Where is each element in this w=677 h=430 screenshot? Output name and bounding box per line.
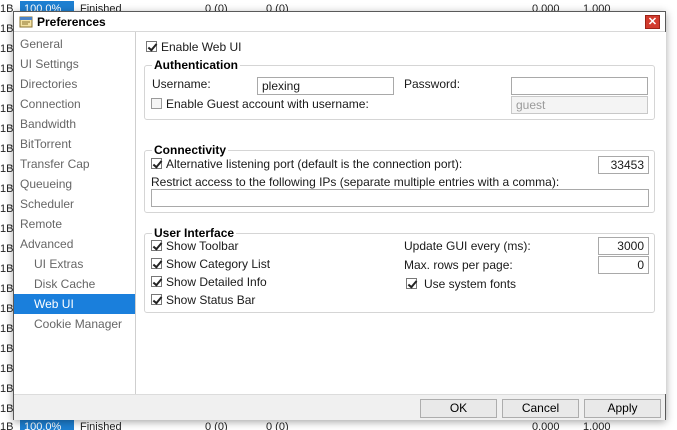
ratio-cell: 0.000 <box>532 421 560 430</box>
preferences-sidebar: General UI Settings Directories Connecti… <box>14 32 136 394</box>
preferences-dialog: Preferences ✕ General UI Settings Direct… <box>13 11 666 420</box>
status-cell: Finished <box>80 421 122 430</box>
size-cell: 1B <box>0 303 14 315</box>
enable-web-ui-label: Enable Web UI <box>161 40 242 54</box>
dialog-footer: OK Cancel Apply <box>14 394 665 420</box>
sidebar-item-connection[interactable]: Connection <box>14 94 135 114</box>
size-cell: 1B <box>0 421 14 430</box>
update-gui-input[interactable]: 3000 <box>598 237 649 255</box>
max-rows-label: Max. rows per page: <box>404 258 513 272</box>
update-gui-label: Update GUI every (ms): <box>404 239 531 253</box>
connectivity-title: Connectivity <box>152 143 229 157</box>
size-cell: 1B <box>0 403 14 415</box>
title-bar[interactable]: Preferences ✕ <box>14 12 665 32</box>
guest-account-label: Enable Guest account with username: <box>166 97 369 111</box>
sidebar-item-advanced[interactable]: Advanced <box>14 234 135 254</box>
sidebar-item-ui-settings[interactable]: UI Settings <box>14 54 135 74</box>
sidebar-item-transfer-cap[interactable]: Transfer Cap <box>14 154 135 174</box>
sidebar-item-bandwidth[interactable]: Bandwidth <box>14 114 135 134</box>
use-system-fonts-label: Use system fonts <box>424 277 517 291</box>
sidebar-item-cookie-manager[interactable]: Cookie Manager <box>14 314 135 334</box>
sidebar-item-general[interactable]: General <box>14 34 135 54</box>
show-category-list-label: Show Category List <box>166 257 271 271</box>
web-ui-settings-panel: Enable Web UI Authentication Username: p… <box>136 32 666 394</box>
size-cell: 1B <box>0 183 14 195</box>
peers-cell: 0 (0) <box>266 421 289 430</box>
sidebar-item-disk-cache[interactable]: Disk Cache <box>14 274 135 294</box>
alternative-port-input[interactable]: 33453 <box>598 156 649 174</box>
size-cell: 1B <box>0 163 14 175</box>
progress-cell: 100.0% <box>20 419 74 430</box>
show-status-bar-checkbox[interactable] <box>151 294 162 305</box>
sidebar-item-ui-extras[interactable]: UI Extras <box>14 254 135 274</box>
size-cell: 1B <box>0 123 14 135</box>
size-cell: 1B <box>0 43 14 55</box>
alternative-port-checkbox[interactable] <box>151 158 162 169</box>
alternative-port-label: Alternative listening port (default is t… <box>166 157 463 171</box>
authentication-title: Authentication <box>152 58 240 72</box>
sidebar-item-directories[interactable]: Directories <box>14 74 135 94</box>
close-button[interactable]: ✕ <box>645 15 660 29</box>
availability-cell: 1.000 <box>583 421 611 430</box>
show-category-list-checkbox[interactable] <box>151 258 162 269</box>
apply-button[interactable]: Apply <box>584 399 661 418</box>
size-cell: 1B <box>0 3 14 15</box>
size-cell: 1B <box>0 143 14 155</box>
show-detailed-info-label: Show Detailed Info <box>166 275 267 289</box>
close-icon: ✕ <box>647 16 658 28</box>
password-input[interactable] <box>511 77 648 95</box>
user-interface-title: User Interface <box>152 226 237 240</box>
seeds-cell: 0 (0) <box>205 421 228 430</box>
size-cell: 1B <box>0 103 14 115</box>
max-rows-input[interactable]: 0 <box>598 256 649 274</box>
size-cell: 1B <box>0 83 14 95</box>
restrict-ips-label: Restrict access to the following IPs (se… <box>151 175 560 189</box>
size-cell: 1B <box>0 323 14 335</box>
username-input[interactable]: plexing <box>257 77 394 95</box>
size-cell: 1B <box>0 203 14 215</box>
size-cell: 1B <box>0 343 14 355</box>
size-cell: 1B <box>0 283 14 295</box>
sidebar-item-web-ui[interactable]: Web UI <box>14 294 135 314</box>
username-label: Username: <box>152 77 211 91</box>
size-cell: 1B <box>0 243 14 255</box>
show-detailed-info-checkbox[interactable] <box>151 276 162 287</box>
sidebar-item-queueing[interactable]: Queueing <box>14 174 135 194</box>
restrict-ips-input[interactable] <box>151 189 649 207</box>
guest-account-checkbox[interactable] <box>151 98 162 109</box>
size-cell: 1B <box>0 363 14 375</box>
show-toolbar-checkbox[interactable] <box>151 240 162 251</box>
size-cell: 1B <box>0 223 14 235</box>
password-label: Password: <box>404 77 461 91</box>
size-cell: 1B <box>0 263 14 275</box>
show-status-bar-label: Show Status Bar <box>166 293 256 307</box>
size-cell: 1B <box>0 23 14 35</box>
enable-web-ui-checkbox[interactable] <box>146 41 157 52</box>
sidebar-item-bittorrent[interactable]: BitTorrent <box>14 134 135 154</box>
guest-username-input[interactable]: guest <box>511 96 648 114</box>
sidebar-item-scheduler[interactable]: Scheduler <box>14 194 135 214</box>
sidebar-item-remote[interactable]: Remote <box>14 214 135 234</box>
ok-button[interactable]: OK <box>420 399 497 418</box>
show-toolbar-label: Show Toolbar <box>166 239 239 253</box>
use-system-fonts-checkbox[interactable] <box>406 278 417 289</box>
preferences-icon <box>19 16 33 28</box>
cancel-button[interactable]: Cancel <box>502 399 579 418</box>
dialog-title: Preferences <box>37 15 106 29</box>
size-cell: 1B <box>0 383 14 395</box>
size-cell: 1B <box>0 63 14 75</box>
